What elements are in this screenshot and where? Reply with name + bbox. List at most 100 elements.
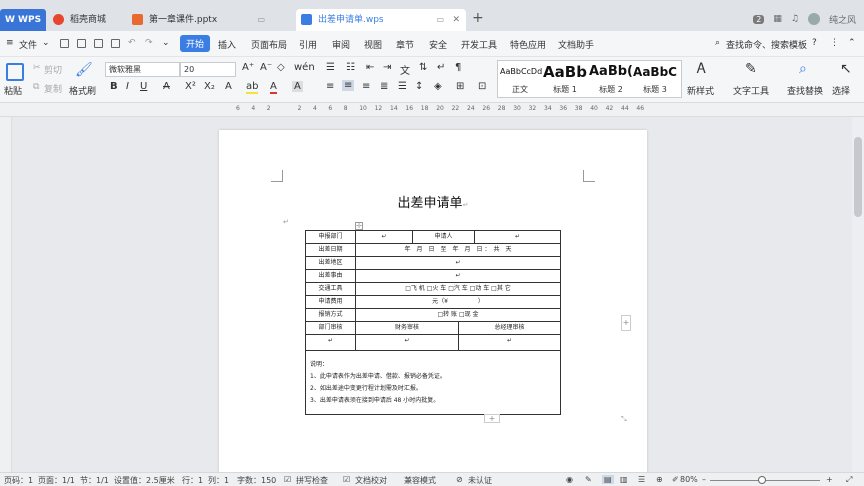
write-mode-icon[interactable]: ✐	[672, 475, 679, 484]
distribute-icon[interactable]: ☰	[398, 81, 407, 92]
clear-format-icon[interactable]: ◇	[277, 62, 285, 73]
cut-button[interactable]: 剪切	[44, 63, 62, 76]
table-cell[interactable]: ↵	[459, 335, 560, 350]
more-icon[interactable]: ⋮	[830, 38, 839, 48]
status-word-count[interactable]: 字数：150	[237, 475, 276, 486]
format-painter-button[interactable]: 格式刷	[69, 84, 96, 97]
shrink-font-icon[interactable]: A⁻	[260, 62, 272, 73]
table-cell[interactable]: ↵	[356, 257, 560, 269]
table-cell[interactable]: 报销方式	[306, 309, 356, 321]
format-painter-icon[interactable]: 🖌	[75, 62, 93, 78]
decrease-indent-icon[interactable]: ⇤	[366, 62, 374, 73]
text-effect-icon[interactable]: A	[225, 81, 232, 92]
add-column-plus-icon[interactable]: +	[621, 315, 631, 331]
table-cell[interactable]: ↵	[475, 231, 560, 243]
find-replace-icon[interactable]: ⌕	[799, 61, 807, 77]
window-count-badge[interactable]: 2	[753, 14, 765, 24]
menu-chapter[interactable]: 章节	[396, 38, 414, 51]
table-icon[interactable]: ⊡	[478, 81, 486, 92]
search-icon[interactable]: ⌕	[715, 38, 720, 48]
table-cell[interactable]: 出差事由	[306, 270, 356, 282]
status-cert[interactable]: 未认证	[468, 475, 492, 486]
table-cell[interactable]: 申报部门	[306, 231, 356, 243]
paste-button[interactable]: 粘贴	[4, 84, 22, 97]
align-right-icon[interactable]: ≡	[362, 81, 370, 92]
font-size-select[interactable]: 20	[180, 62, 236, 77]
copy-button[interactable]: 复制	[44, 82, 62, 95]
table-cell[interactable]: ↵	[356, 231, 413, 243]
pen-icon[interactable]: ✎	[585, 475, 592, 484]
table-cell[interactable]: 年 月 日 至 年 月 日 ： 共 天	[356, 244, 560, 256]
subscript-icon[interactable]: X₂	[204, 81, 215, 92]
menu-references[interactable]: 引用	[299, 38, 317, 51]
font-color-icon[interactable]: A	[270, 81, 277, 94]
spell-check-icon[interactable]: ☑	[284, 475, 291, 484]
superscript-icon[interactable]: X²	[185, 81, 196, 92]
status-section[interactable]: 节：1/1	[80, 475, 109, 486]
tab-daoke-store[interactable]: 稻壳商城	[48, 9, 123, 31]
notes-section[interactable]: 说明： 1、此申请表作为出差申请、借款、报销必备凭证。 2、如出差途中变更行程计…	[310, 359, 446, 407]
zoom-slider-knob[interactable]	[758, 476, 766, 484]
select-cursor-icon[interactable]: ↖	[840, 61, 852, 77]
menu-doc-assistant[interactable]: 文档助手	[558, 38, 594, 51]
status-compat-mode[interactable]: 兼容模式	[404, 475, 436, 486]
menu-insert[interactable]: 插入	[218, 38, 236, 51]
hamburger-icon[interactable]: ≡	[6, 38, 14, 48]
status-pages[interactable]: 页面：1/1	[38, 475, 75, 486]
horizontal-ruler[interactable]: 6 4 2 2 4 6 8 10 12 14 16 18 20 22 24 26 28 30 32 34 36 38 40 4…	[0, 103, 864, 117]
monitor-icon[interactable]: ▭	[436, 9, 444, 31]
menu-view[interactable]: 视图	[364, 38, 382, 51]
undo-icon[interactable]: ↶	[128, 38, 136, 48]
zoom-out-icon[interactable]: –	[702, 475, 706, 484]
shading-icon[interactable]: ◈	[434, 81, 442, 92]
table-cell[interactable]: □转 账 □现 金	[356, 309, 560, 321]
table-cell[interactable]: ↵	[356, 270, 560, 282]
user-name[interactable]: 纯之风	[829, 13, 856, 26]
border-icon[interactable]: ⊞	[456, 81, 464, 92]
align-center-icon[interactable]: ≡	[342, 80, 355, 91]
status-column[interactable]: 列：1	[208, 475, 229, 486]
collapse-ribbon-icon[interactable]: ⌃	[848, 38, 856, 48]
table-cell[interactable]: □飞 机 □火 车 □汽 车 □动 车 □其 它	[356, 283, 560, 295]
menu-special[interactable]: 特色应用	[510, 38, 546, 51]
menu-review[interactable]: 审阅	[332, 38, 350, 51]
monitor-icon[interactable]: ▭	[257, 9, 265, 31]
font-name-select[interactable]: 微软雅黑	[105, 62, 180, 77]
table-cell[interactable]: 总经理审核	[459, 322, 560, 334]
table-cell[interactable]: ↵	[356, 335, 459, 350]
table-cell[interactable]: ↵	[306, 335, 356, 350]
align-left-icon[interactable]: ≡	[326, 81, 334, 92]
menu-developer[interactable]: 开发工具	[461, 38, 497, 51]
style-normal[interactable]: AaBbCcDd 正文	[500, 63, 542, 95]
new-style-icon[interactable]: Ꭺ	[697, 61, 706, 77]
document-title[interactable]: 出差申请单↵	[219, 192, 647, 211]
table-move-handle-icon[interactable]: ✛	[355, 222, 363, 230]
dropdown-chevron-icon[interactable]: ⌄	[42, 38, 50, 48]
quick-access-chevron-icon[interactable]: ⌄	[162, 38, 170, 48]
table-cell[interactable]: 财务审核	[356, 322, 459, 334]
underline-icon[interactable]: U	[140, 81, 147, 92]
table-cell[interactable]: 元（¥ ）	[356, 296, 560, 308]
command-search[interactable]: 查找命令、搜索模板	[726, 38, 807, 51]
help-icon[interactable]: ?	[812, 38, 817, 48]
table-cell[interactable]: 出差日期	[306, 244, 356, 256]
text-tools-icon[interactable]: ✎	[745, 61, 757, 77]
table-cell[interactable]: 申请费用	[306, 296, 356, 308]
highlight-icon[interactable]: ab	[246, 81, 259, 94]
scrollbar-thumb[interactable]	[854, 137, 862, 217]
redo-icon[interactable]: ↷	[145, 38, 153, 48]
skin-icon[interactable]: ▦	[773, 14, 782, 24]
style-heading-2[interactable]: AaBb( 标题 2	[588, 63, 634, 95]
bell-icon[interactable]: ♫	[791, 14, 799, 24]
cert-icon[interactable]: ⊘	[456, 475, 463, 484]
vertical-ruler[interactable]	[0, 117, 12, 472]
menu-security[interactable]: 安全	[429, 38, 447, 51]
page-view-icon[interactable]: ▤	[602, 475, 614, 484]
menu-file[interactable]: 文件	[19, 38, 37, 51]
menu-home[interactable]: 开始	[180, 35, 211, 52]
zoom-level[interactable]: 80%	[680, 475, 698, 484]
find-replace-button[interactable]: 查找替换	[787, 84, 823, 97]
style-heading-1[interactable]: AaBb 标题 1	[542, 63, 588, 95]
tab-pptx-file[interactable]: 第一章课件.pptx ▭	[127, 9, 287, 31]
status-spell-check[interactable]: 拼写检查	[296, 475, 328, 486]
